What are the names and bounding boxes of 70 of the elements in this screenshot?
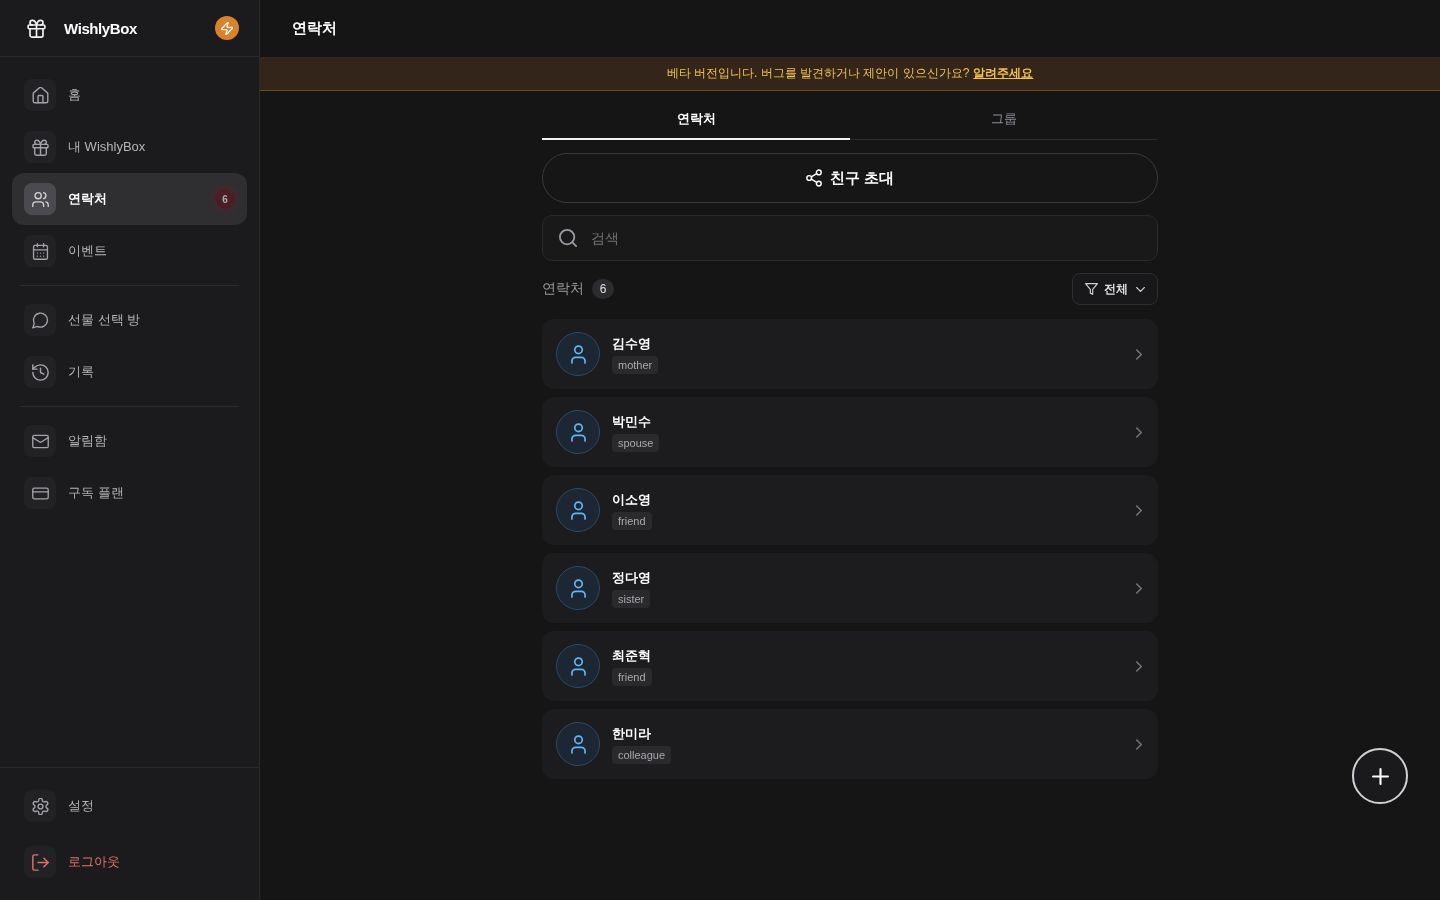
avatar-icon (556, 722, 600, 766)
chevron-right-icon (1136, 426, 1142, 438)
avatar-icon (556, 410, 600, 454)
contact-name: 최준혁 (612, 646, 651, 665)
nav-item[interactable]: 이벤트 (12, 225, 247, 277)
contact-row[interactable]: 김수영 mother (542, 319, 1158, 389)
chevron-right-icon (1136, 660, 1142, 672)
avatar-icon (556, 644, 600, 688)
avatar-icon (556, 566, 600, 610)
nav-item[interactable]: 기록 (12, 346, 247, 398)
lightning-icon[interactable] (215, 16, 239, 40)
nav-item[interactable]: 구독 플랜 (12, 467, 247, 519)
settings-icon (24, 790, 56, 822)
relation-tag: sister (612, 589, 651, 608)
search-icon (559, 229, 577, 247)
avatar-icon (556, 332, 600, 376)
people-icon (24, 183, 56, 215)
section-label: 연락처 (542, 280, 584, 298)
calendar-icon (24, 235, 56, 267)
contact-row[interactable]: 박민수 spouse (542, 397, 1158, 467)
nav-item[interactable]: 로그아웃 (12, 836, 247, 888)
chevron-right-icon (1136, 348, 1142, 360)
contact-name: 정다영 (612, 568, 651, 587)
banner-text: 베타 버전입니다. 버그를 발견하거나 제안이 있으신가요? 알려주세요 (666, 65, 1034, 82)
gift-icon (24, 131, 56, 163)
count-badge: 6 (592, 279, 614, 299)
contact-name: 이소영 (612, 490, 651, 509)
nav-item[interactable]: 알림함 (12, 415, 247, 467)
contact-row[interactable]: 한미라 colleague (542, 709, 1158, 779)
page-title: 연락처 (292, 19, 337, 38)
brand-name: WishlyBox (64, 19, 138, 37)
relation-tag: friend (612, 667, 652, 686)
chevron-down-icon (1136, 286, 1145, 292)
history-icon (24, 356, 56, 388)
plus-icon (1371, 767, 1389, 785)
filter-button[interactable]: 전체 (1072, 273, 1158, 305)
chevron-right-icon (1136, 738, 1142, 750)
logout-icon (24, 846, 56, 878)
nav-item[interactable]: 설정 (12, 780, 247, 832)
feedback-link[interactable]: 알려주세요 (973, 66, 1034, 80)
invite-button[interactable]: 친구 초대 (542, 153, 1158, 203)
contact-name: 박민수 (612, 412, 651, 431)
nav-item[interactable]: 연락처 6 (12, 173, 247, 225)
relation-tag: mother (612, 355, 659, 374)
home-icon (24, 79, 56, 111)
nav-item[interactable]: 내 WishlyBox (12, 121, 247, 173)
avatar-icon (556, 488, 600, 532)
contact-name: 김수영 (612, 334, 651, 353)
nav-item[interactable]: 홈 (12, 69, 247, 121)
chat-bubble-icon (24, 304, 56, 336)
filter-icon (1085, 283, 1098, 295)
contact-row[interactable]: 이소영 friend (542, 475, 1158, 545)
tab[interactable]: 그룹 (850, 100, 1158, 140)
mail-icon (24, 425, 56, 457)
relation-tag: colleague (612, 745, 672, 764)
credit-card-icon (24, 477, 56, 509)
contact-row[interactable]: 정다영 sister (542, 553, 1158, 623)
search-field[interactable]: 검색 (542, 215, 1158, 261)
add-button[interactable] (1352, 748, 1408, 804)
count-badge: 6 (215, 189, 235, 209)
relation-tag: friend (612, 511, 652, 530)
relation-tag: spouse (612, 433, 660, 452)
contact-name: 한미라 (612, 724, 651, 743)
nav-item[interactable]: 선물 선택 방 (12, 294, 247, 346)
tab[interactable]: 연락처 (542, 100, 850, 140)
chevron-right-icon (1136, 582, 1142, 594)
share-icon (805, 169, 822, 187)
chevron-right-icon (1136, 504, 1142, 516)
contact-row[interactable]: 최준혁 friend (542, 631, 1158, 701)
gift-icon (27, 18, 46, 38)
